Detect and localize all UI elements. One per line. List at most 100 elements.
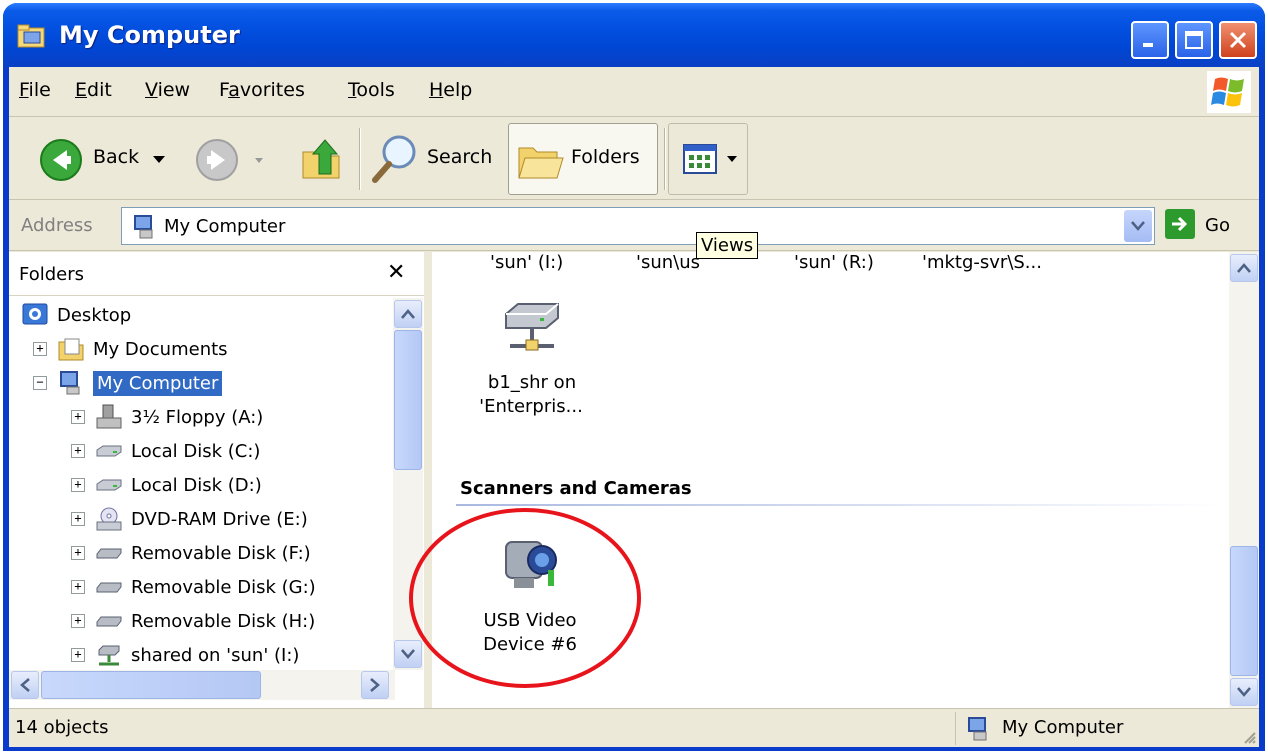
menu-file-rest: ile [28, 79, 51, 101]
expand-icon[interactable]: + [71, 512, 85, 526]
go-button[interactable] [1165, 209, 1195, 239]
tree-item-my-computer[interactable]: − My Computer [33, 366, 223, 400]
close-icon [1229, 31, 1247, 49]
hard-disk-icon [96, 479, 122, 491]
expand-icon[interactable]: + [71, 580, 85, 594]
tree-horizontal-scrollbar[interactable] [9, 670, 395, 700]
collapse-icon[interactable]: − [33, 376, 47, 390]
scroll-down-button[interactable] [394, 640, 422, 668]
my-documents-icon [58, 338, 84, 361]
menu-favorites-pre: F [219, 79, 229, 101]
expand-icon[interactable]: + [33, 342, 47, 356]
dvd-drive-icon [96, 507, 122, 531]
window-title: My Computer [59, 21, 240, 49]
menu-favorites-rest: vorites [239, 79, 305, 101]
back-arrow-icon [40, 139, 82, 181]
scroll-up-button[interactable] [1230, 254, 1258, 282]
back-dropdown-icon [153, 156, 165, 163]
folders-button[interactable]: Folders [508, 123, 658, 195]
views-button[interactable] [668, 123, 748, 195]
search-button[interactable]: Search [367, 126, 503, 192]
status-location: My Computer [955, 712, 1255, 745]
address-field[interactable]: My Computer [121, 207, 1155, 245]
tree-item-removable-g[interactable]: + Removable Disk (G:) [71, 570, 316, 604]
removable-disk-icon [96, 548, 122, 559]
maximize-button[interactable] [1175, 21, 1213, 59]
group-title-scanners: Scanners and Cameras [460, 478, 692, 499]
drive-label[interactable]: 'sun' (I:) [490, 252, 563, 273]
scroll-up-button[interactable] [394, 300, 422, 328]
tree-item-dvd-ram-e[interactable]: + DVD-RAM Drive (E:) [71, 502, 308, 536]
back-button[interactable]: Back [33, 126, 173, 192]
scroll-left-button[interactable] [11, 671, 39, 699]
scroll-thumb[interactable] [1230, 546, 1258, 676]
drive-label[interactable]: 'sun' (R:) [794, 252, 874, 273]
drive-label[interactable]: 'sun\us [636, 252, 700, 273]
my-computer-icon [968, 717, 987, 741]
views-dropdown-icon [727, 156, 737, 162]
up-folder-button[interactable] [293, 126, 349, 192]
address-bar: Address My Computer Go [9, 201, 1259, 251]
tree-item-floppy-a[interactable]: + 3½ Floppy (A:) [71, 400, 263, 434]
menu-tools[interactable]: Tools [348, 79, 395, 101]
expand-icon[interactable]: + [71, 444, 85, 458]
expand-icon[interactable]: + [71, 648, 85, 662]
menu-help[interactable]: Help [429, 79, 472, 101]
desktop-icon [22, 303, 48, 325]
expand-icon[interactable]: + [71, 478, 85, 492]
folders-icon [518, 147, 564, 179]
tree-item-local-disk-d[interactable]: + Local Disk (D:) [71, 468, 262, 502]
content-vertical-scrollbar[interactable] [1229, 252, 1259, 708]
tree-label: Removable Disk (F:) [131, 542, 311, 564]
menu-file[interactable]: File [19, 79, 51, 101]
chevron-down-icon [401, 649, 415, 659]
tree-label: Removable Disk (H:) [131, 610, 316, 632]
close-button[interactable] [1219, 21, 1257, 59]
toolbar-separator [664, 128, 666, 190]
menu-edit[interactable]: Edit [75, 79, 112, 101]
scroll-thumb[interactable] [394, 330, 422, 470]
tree-label: Local Disk (C:) [131, 440, 261, 462]
expand-icon[interactable]: + [71, 614, 85, 628]
tree-item-desktop[interactable]: Desktop [21, 298, 131, 332]
go-label[interactable]: Go [1205, 215, 1230, 236]
removable-disk-icon [96, 582, 122, 593]
hard-disk-icon [96, 445, 122, 457]
network-drive-icon [98, 645, 120, 666]
menu-file-accel: F [19, 79, 29, 101]
toolbar: Back Search Folders [9, 118, 1259, 200]
expand-icon[interactable]: + [71, 546, 85, 560]
minimize-icon [1143, 43, 1153, 47]
menu-view-rest: iew [157, 79, 191, 101]
tree-item-my-documents[interactable]: + My Documents [33, 332, 228, 366]
tree-item-shared-sun-i[interactable]: + shared on 'sun' (I:) [71, 638, 299, 668]
forward-button[interactable] [189, 126, 279, 192]
menu-view[interactable]: View [145, 79, 190, 101]
close-folders-pane-icon[interactable]: ✕ [387, 260, 405, 285]
views-tooltip: Views [696, 232, 759, 259]
tree-item-removable-h[interactable]: + Removable Disk (H:) [71, 604, 315, 638]
menu-favorites-accel: a [228, 79, 240, 101]
scroll-right-button[interactable] [361, 671, 389, 699]
expand-icon[interactable]: + [71, 410, 85, 424]
tree-item-local-disk-c[interactable]: + Local Disk (C:) [71, 434, 260, 468]
tree-label: Local Disk (D:) [131, 474, 262, 496]
address-dropdown-button[interactable] [1124, 210, 1152, 242]
minimize-button[interactable] [1131, 21, 1169, 59]
chevron-down-icon [1237, 687, 1251, 697]
drive-label[interactable]: 'mktg-svr\S... [922, 252, 1042, 273]
tree-item-removable-f[interactable]: + Removable Disk (F:) [71, 536, 311, 570]
folders-pane-header: Folders ✕ [9, 252, 424, 296]
scroll-down-button[interactable] [1230, 678, 1258, 706]
my-computer-icon [60, 371, 80, 395]
address-label: Address [21, 215, 93, 236]
tree-label: shared on 'sun' (I:) [131, 644, 300, 666]
title-bar[interactable]: My Computer [3, 3, 1265, 67]
menu-favorites[interactable]: Favorites [219, 79, 305, 101]
folder-tree: Desktop + My Documents − My Computer + 3… [9, 298, 389, 668]
horizontal-scroll-thumb[interactable] [41, 671, 261, 699]
resize-grip-icon[interactable] [1241, 729, 1257, 745]
network-share-item[interactable]: b1_shr on 'Enterpris... [466, 292, 596, 442]
menu-edit-accel: E [75, 79, 88, 101]
tree-label-selected: My Computer [93, 370, 223, 396]
